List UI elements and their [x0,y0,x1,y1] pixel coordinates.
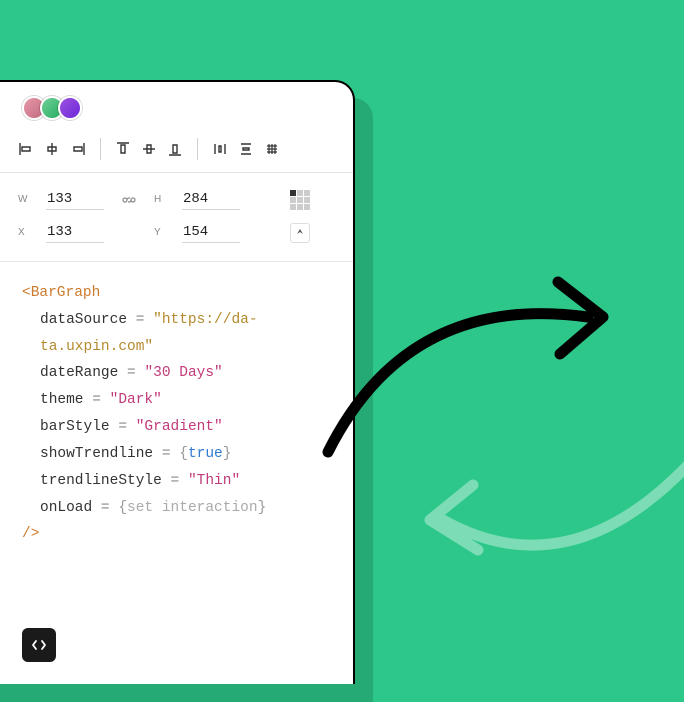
align-left-icon[interactable] [18,141,34,157]
tidy-grid-icon[interactable] [264,141,280,157]
code-tag-close: /> [22,526,39,542]
code-toggle-button[interactable] [22,628,56,662]
height-label: H [154,194,164,205]
align-bottom-icon[interactable] [167,141,183,157]
distribute-v-icon[interactable] [238,141,254,157]
alignment-toolbar [0,128,353,173]
x-input[interactable] [46,222,104,243]
align-right-icon[interactable] [70,141,86,157]
collaborator-avatars [0,82,353,128]
distribute-h-icon[interactable] [212,141,228,157]
reset-position-icon[interactable] [290,223,310,243]
properties-section: W H X Y [0,173,353,262]
y-input[interactable] [182,222,240,243]
align-v-center-icon[interactable] [141,141,157,157]
back-arrow-icon [408,460,684,600]
height-input[interactable] [182,189,240,210]
design-panel: W H X Y <BarGraph dataSource = " [0,80,355,684]
align-top-icon[interactable] [115,141,131,157]
width-label: W [18,194,28,205]
width-input[interactable] [46,189,104,210]
code-block: <BarGraph dataSource = "https://da-ta.ux… [0,262,353,566]
avatar[interactable] [58,96,82,120]
y-label: Y [154,227,164,238]
anchor-grid-icon[interactable] [290,190,310,210]
link-dimensions-icon[interactable] [122,193,136,207]
x-label: X [18,227,28,238]
align-h-center-icon[interactable] [44,141,60,157]
code-tag-open: <BarGraph [22,285,100,301]
